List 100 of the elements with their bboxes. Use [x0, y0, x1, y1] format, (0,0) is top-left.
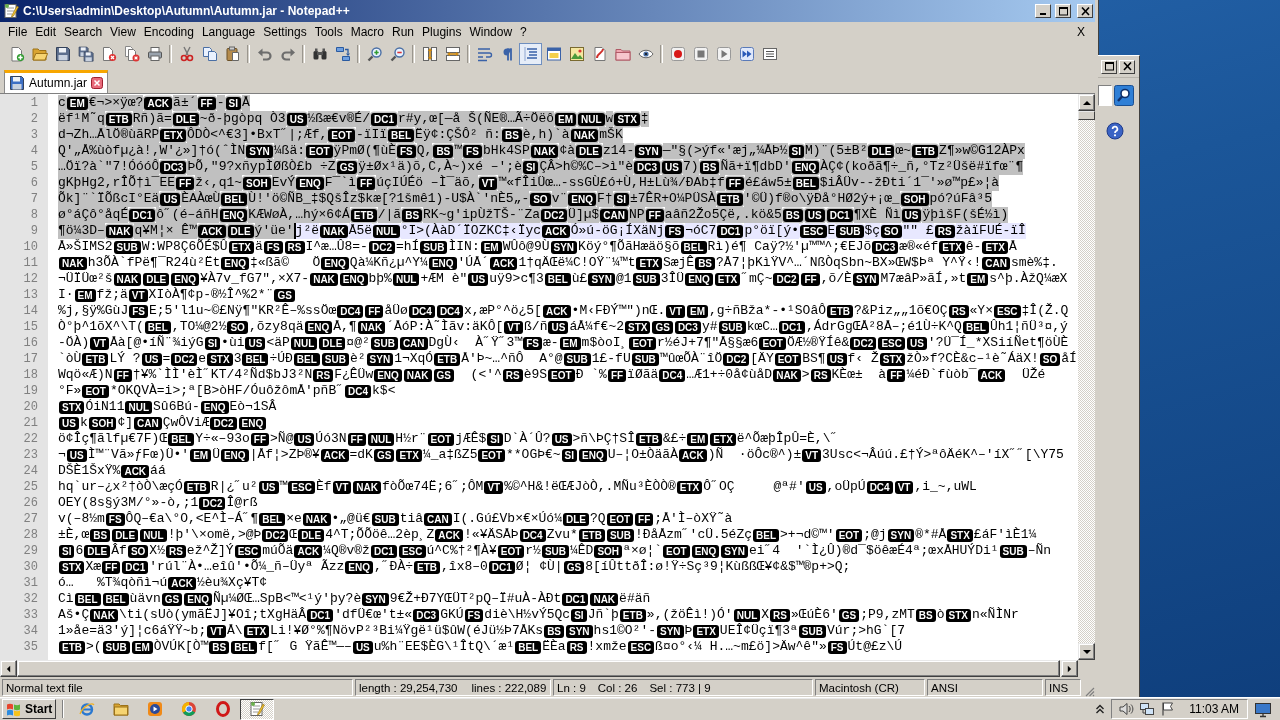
scrollbar-thumb[interactable] — [1078, 111, 1095, 120]
maximize-icon — [1058, 6, 1068, 16]
control-character: BS — [402, 208, 423, 222]
network-icon[interactable] — [1139, 701, 1156, 717]
menu-item[interactable]: File — [4, 23, 32, 40]
start-button[interactable]: Start — [2, 699, 56, 719]
taskbar-button[interactable] — [240, 698, 274, 720]
code-text: Aš•Ç — [58, 607, 90, 623]
menu-item[interactable]: Window — [465, 23, 517, 40]
code-text: åÜø — [384, 303, 408, 319]
speaker-icon[interactable] — [1118, 701, 1135, 717]
menu-item[interactable]: Settings — [259, 23, 311, 40]
maximize-button[interactable] — [1055, 4, 1071, 18]
control-character: DC3 — [674, 320, 701, 334]
control-character: NUL — [392, 272, 420, 286]
code-text: Úó3N — [315, 431, 347, 447]
help-icon[interactable] — [1106, 122, 1124, 140]
folder-icon — [113, 701, 129, 717]
code-text: ™ — [279, 479, 288, 495]
menu-item[interactable]: Encoding — [139, 23, 198, 40]
close-button[interactable] — [1077, 4, 1093, 18]
control-character: SO — [530, 192, 551, 206]
control-character: FF — [176, 176, 195, 190]
control-character: ETB — [912, 144, 939, 158]
code-text: k$< — [372, 383, 396, 399]
control-character: FF — [607, 368, 627, 382]
control-character: ESC — [234, 544, 262, 558]
line-number: 13 — [22, 287, 39, 303]
code-text: 3 — [233, 351, 242, 367]
control-character: RS — [810, 368, 831, 382]
control-character: EM — [687, 432, 709, 446]
control-character: DC4 — [659, 368, 686, 382]
control-character: NAK — [310, 272, 338, 286]
close-button[interactable] — [1119, 59, 1135, 74]
code-text: >Ñ@ — [270, 431, 294, 447]
control-character: VT — [478, 176, 498, 190]
scroll-down-button[interactable] — [1078, 643, 1095, 660]
code-text: D`À´Û? — [503, 431, 551, 447]
show-desktop-icon[interactable] — [1254, 700, 1272, 718]
code-text: ¥À7v_fG7",×X7- — [199, 271, 310, 287]
menu-item[interactable]: Edit — [31, 23, 61, 40]
input-field[interactable] — [1098, 85, 1112, 106]
file-tab[interactable]: Autumn.jar — [4, 70, 109, 93]
menu-item[interactable]: Search — [60, 23, 107, 40]
control-character: ETX — [710, 432, 736, 446]
control-character: NAK — [113, 272, 142, 286]
control-character: ENQ — [691, 544, 720, 558]
status-insert-mode: INS — [1045, 679, 1081, 696]
code-text: ,TO¼@2½ — [171, 319, 227, 335]
control-character: EM — [687, 304, 708, 318]
sync-vertical-icon — [421, 45, 438, 62]
control-character: CAN — [600, 208, 628, 222]
control-character: CAN — [399, 336, 428, 350]
chevron-up-icon[interactable] — [1095, 703, 1106, 715]
scroll-left-button[interactable] — [0, 660, 17, 677]
menu-item[interactable]: Plugins — [418, 23, 466, 40]
menu-item[interactable]: Run — [388, 23, 419, 40]
menu-item[interactable]: Language — [197, 23, 260, 40]
control-character: ETB — [82, 352, 109, 366]
menu-item[interactable]: Macro — [346, 23, 388, 40]
code-text: Vúr;>hG`[7 — [827, 623, 905, 639]
code-text: ÓiN11 — [85, 399, 125, 415]
menu-item[interactable]: View — [106, 23, 140, 40]
control-character: ESC — [288, 480, 315, 494]
clock[interactable]: 11:03 AM — [1189, 702, 1239, 716]
control-character: DC3 — [872, 240, 899, 254]
code-text: –Ñn — [1027, 543, 1052, 559]
control-character: SUB — [102, 640, 130, 654]
code-text: åÍ — [1061, 351, 1077, 367]
code-text: ei˝4 '`Ì¿Û)®d¯$öêæÉ4ª;œxÅHUÝDi¹ — [748, 543, 999, 559]
close-document-button[interactable]: X — [1073, 23, 1089, 40]
control-character: VT — [128, 288, 148, 302]
control-character: NUL — [367, 432, 395, 446]
control-character: FS — [397, 144, 416, 158]
code-text: ë#äñ — [619, 591, 651, 607]
search-icon[interactable] — [1114, 85, 1134, 106]
menu-item[interactable]: ? — [516, 23, 531, 40]
line-number: 17 — [22, 351, 39, 367]
control-character: RS — [502, 368, 523, 382]
scroll-right-button[interactable] — [1061, 660, 1078, 677]
code-text: ÇÂ>h©%C–>ì"è — [539, 159, 634, 175]
control-character: ACK — [542, 304, 571, 318]
control-character: FF — [357, 176, 376, 190]
code-text: ½ßæ€v®É/ — [307, 111, 370, 127]
code-text: 7) — [682, 159, 699, 175]
minimize-button[interactable] — [1035, 4, 1051, 18]
code-text: ¤@² — [346, 335, 370, 351]
vertical-scrollbar[interactable] — [1078, 94, 1095, 660]
line-number: 32 — [22, 591, 39, 607]
scroll-up-button[interactable] — [1078, 94, 1095, 111]
code-text: ¶XÈ Ñì — [853, 207, 901, 223]
maximize-button[interactable] — [1101, 59, 1117, 74]
fast-forward-icon — [738, 45, 755, 62]
menu-item[interactable]: Tools — [310, 23, 347, 40]
code-text: diè\H½vÝ5Qc — [484, 607, 571, 623]
code-text: Rì)é¶ Caÿ?½'µ™™^;€EJõ — [707, 239, 872, 255]
code-text: - — [216, 95, 225, 111]
close-icon[interactable] — [91, 77, 104, 89]
code-text: £áF'ìÈ1¼ — [973, 527, 1037, 543]
control-character: DC3 — [160, 160, 187, 174]
